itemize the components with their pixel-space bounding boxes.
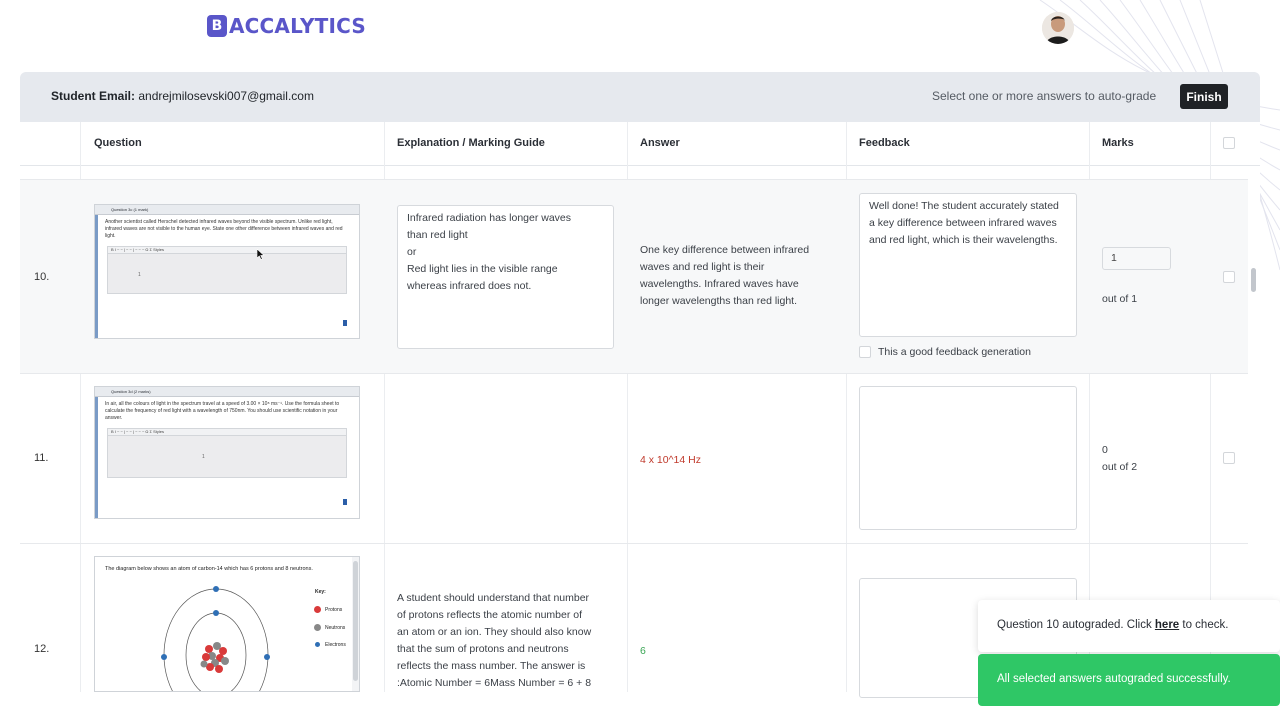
answer-text: 6 (640, 645, 646, 657)
user-avatar[interactable] (1042, 12, 1074, 44)
marks-out-of: out of 1 (1102, 293, 1138, 305)
explanation-line: whereas infrared does not. (407, 280, 532, 292)
question-image[interactable]: Question 3c (1 mark) Another scientist c… (94, 204, 360, 339)
question-image-scrollbar[interactable] (352, 557, 359, 691)
row-number: 10. (34, 271, 50, 283)
question-image[interactable]: Question 3d (2 marks) In air, all the co… (94, 386, 360, 519)
logo-mark-icon: B (207, 15, 227, 37)
check-here-link[interactable]: here (1155, 619, 1179, 631)
table-row: 11. Question 3d (2 marks) In air, all th… (20, 374, 1248, 544)
proton-key-icon (314, 606, 321, 613)
feedback-textarea[interactable]: Well done! The student accurately stated… (859, 193, 1077, 337)
table-scrollbar-thumb[interactable] (1251, 268, 1256, 292)
question-editor-area: 1 (107, 254, 347, 294)
row-select-checkbox[interactable] (1223, 452, 1235, 464)
row-number: 11. (34, 452, 49, 464)
question-editor-toolbar: B I ~ ~ | ~ ~ | ~ ~ ~ Ω Σ Styles (107, 246, 347, 254)
student-email: Student Email: andrejmilosevski007@gmail… (51, 89, 314, 103)
atom-key-item: Protons (325, 607, 343, 613)
mouse-cursor-icon (257, 249, 265, 260)
answer-text: One key difference between infrared wave… (640, 244, 810, 307)
explanation-line: an atom or an ion. They should also know (397, 626, 592, 638)
column-header-feedback: Feedback (859, 137, 910, 149)
question-image-text: The diagram below shows an atom of carbo… (105, 566, 313, 572)
question-image-text: In air, all the colours of light in the … (105, 401, 340, 421)
column-header-question: Question (94, 137, 142, 149)
explanation-line: of protons reflects the atomic number of (397, 609, 583, 621)
explanation-line: :Atomic Number = 6Mass Number = 6 + 8 (397, 677, 592, 689)
question-image-text: Another scientist called Herschel detect… (105, 219, 343, 239)
question-image-sidebar (95, 215, 98, 338)
neutron-key-icon (314, 624, 321, 631)
avatar-person-icon (1042, 12, 1074, 44)
explanation-line: or (407, 246, 417, 258)
row-number: 12. (34, 643, 50, 655)
explanation-line: reflects the mass number. The answer is (397, 660, 586, 672)
toast-info-suffix: to check. (1179, 619, 1229, 631)
question-editor-area: 1 (107, 436, 347, 478)
question-image-marker (343, 499, 347, 505)
question-image-scrollbar-thumb[interactable] (353, 561, 358, 681)
brand-logo[interactable]: B ACCALYTICS (207, 14, 366, 38)
good-feedback-label: This a good feedback generation (878, 346, 1031, 358)
answer-text: 4 x 10^14 Hz (640, 454, 701, 466)
table-row-previous (20, 166, 1248, 180)
table-header: Question Explanation / Marking Guide Ans… (20, 122, 1260, 166)
autograde-info-toast: Question 10 autograded. Click here to ch… (978, 600, 1280, 652)
table-row: 10. Question 3c (1 mark) Another scienti… (20, 180, 1248, 374)
question-image[interactable]: The diagram below shows an atom of carbo… (94, 556, 360, 692)
atom-key-item: Electrons (325, 642, 346, 648)
auto-grade-hint: Select one or more answers to auto-grade (932, 89, 1157, 103)
toast-info-prefix: Question 10 autograded. Click (997, 619, 1155, 631)
good-feedback-checkbox[interactable] (859, 346, 871, 358)
question-image-sidebar (95, 397, 98, 518)
autograde-success-toast: All selected answers autograded successf… (978, 654, 1280, 706)
explanation-line: A student should understand that number (397, 592, 590, 604)
marks-value: 0 (1102, 444, 1108, 456)
explanation-text: A student should understand that number … (397, 590, 617, 692)
question-editor-value: 1 (202, 454, 205, 460)
finish-button[interactable]: Finish (1180, 84, 1228, 109)
explanation-line: that the sum of protons and neutrons (397, 643, 569, 655)
column-header-explanation: Explanation / Marking Guide (397, 137, 545, 149)
question-image-title: Question 3c (1 mark) (95, 205, 359, 215)
question-editor-value: 1 (138, 272, 141, 278)
electron-key-icon (315, 642, 320, 647)
grading-panel: Student Email: andrejmilosevski007@gmail… (20, 72, 1260, 698)
explanation-line: Red light lies in the visible range (407, 263, 558, 275)
atom-key-item: Neutrons (325, 625, 346, 631)
explanation-line: than red light (407, 229, 468, 241)
marks-input[interactable]: 1 (1102, 247, 1171, 270)
feedback-textarea[interactable] (859, 386, 1077, 530)
atom-key-title: Key: (315, 589, 326, 595)
marks-out-of: out of 2 (1102, 461, 1138, 473)
student-email-label: Student Email: (51, 89, 136, 103)
explanation-line: Infrared radiation has longer waves (407, 212, 572, 224)
student-email-value: andrejmilosevski007@gmail.com (138, 89, 314, 103)
column-header-answer: Answer (640, 137, 680, 149)
question-image-title: Question 3d (2 marks) (95, 387, 359, 397)
question-image-marker (343, 320, 347, 326)
column-header-marks: Marks (1102, 137, 1134, 149)
explanation-textarea[interactable]: Infrared radiation has longer waves than… (397, 205, 614, 349)
carbon-atom-diagram-icon (161, 586, 270, 691)
grading-toolbar: Student Email: andrejmilosevski007@gmail… (20, 72, 1260, 122)
select-all-checkbox[interactable] (1223, 137, 1235, 149)
logo-text: ACCALYTICS (229, 14, 366, 38)
row-select-checkbox[interactable] (1223, 271, 1235, 283)
question-editor-toolbar: B I ~ ~ | ~ ~ | ~ ~ ~ Ω Σ Styles (107, 428, 347, 436)
